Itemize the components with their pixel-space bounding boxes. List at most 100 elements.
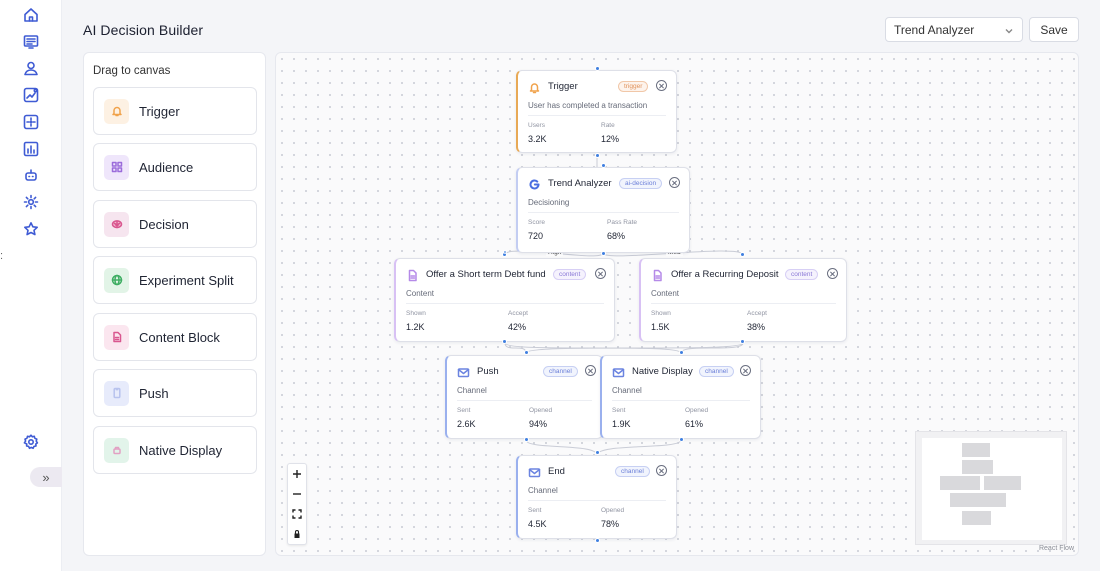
node-offer-recurring-deposit[interactable]: Offer a Recurring Deposit content Conten…	[639, 258, 847, 342]
metric-label: Accept	[508, 310, 528, 317]
bell-icon	[528, 81, 541, 94]
connection-handle[interactable]	[524, 350, 529, 355]
connection-handle[interactable]	[502, 339, 507, 344]
connection-handle[interactable]	[601, 251, 606, 256]
page-title: AI Decision Builder	[83, 22, 204, 38]
analytics-icon[interactable]	[22, 86, 40, 104]
star-icon[interactable]	[22, 220, 40, 238]
connection-handle[interactable]	[595, 538, 600, 543]
minimap-node	[950, 493, 978, 507]
node-title: Trend Analyzer	[548, 178, 612, 189]
close-icon[interactable]	[656, 465, 667, 476]
metric-label: Pass Rate	[607, 219, 637, 226]
google-icon	[528, 178, 541, 191]
minimap-node	[984, 476, 1021, 490]
file-icon	[651, 269, 664, 282]
node-subtitle: Content	[651, 289, 680, 298]
bar-chart-icon[interactable]	[22, 140, 40, 158]
grid-icon	[104, 154, 129, 180]
node-subtitle: User has completed a transaction	[528, 101, 648, 110]
connection-handle[interactable]	[524, 437, 529, 442]
close-icon[interactable]	[827, 268, 838, 279]
flow-canvas[interactable]: High Med Trigger trigger User has comple…	[275, 52, 1079, 556]
palette-item-label: Native Display	[139, 442, 223, 458]
metric-value: 42%	[508, 322, 527, 332]
gear-cog-icon[interactable]	[22, 193, 40, 211]
node-title: Push	[477, 366, 499, 377]
model-select[interactable]: Trend Analyzer	[885, 17, 1023, 42]
settings-icon[interactable]	[22, 433, 40, 451]
node-palette: Drag to canvas Trigger Audience Decision…	[83, 52, 266, 556]
save-button[interactable]: Save	[1029, 17, 1079, 42]
node-subtitle: Decisioning	[528, 198, 570, 207]
node-title: Offer a Recurring Deposit	[671, 269, 779, 280]
expand-sidebar-button[interactable]: »	[30, 467, 62, 487]
minimap[interactable]	[915, 431, 1067, 545]
connection-handle[interactable]	[595, 450, 600, 455]
palette-item-native-display[interactable]: Native Display	[93, 426, 257, 474]
zoom-in-button[interactable]	[288, 464, 306, 484]
metric-label: Shown	[651, 310, 671, 317]
close-icon[interactable]	[669, 177, 680, 188]
list-icon[interactable]	[22, 33, 40, 51]
palette-item-experiment-split[interactable]: Experiment Split	[93, 256, 257, 304]
metric-label: Score	[528, 219, 545, 226]
close-icon[interactable]	[656, 80, 667, 91]
close-icon[interactable]	[595, 268, 606, 279]
node-subtitle: Channel	[528, 486, 558, 495]
node-subtitle: Channel	[457, 386, 487, 395]
target-icon[interactable]	[22, 113, 40, 131]
node-tag: channel	[615, 466, 650, 477]
left-nav-rail: : »	[0, 0, 62, 571]
display-icon	[104, 437, 129, 463]
node-push[interactable]: Push channel Channel Sent 2.6K Opened 94…	[445, 355, 603, 439]
mail-icon	[457, 366, 470, 379]
connection-handle[interactable]	[679, 437, 684, 442]
react-flow-attribution[interactable]: React Flow	[1039, 545, 1074, 552]
palette-item-trigger[interactable]: Trigger	[93, 87, 257, 135]
connection-handle[interactable]	[601, 163, 606, 168]
mail-icon	[612, 366, 625, 379]
palette-item-label: Push	[139, 385, 169, 401]
metric-value: 1.2K	[406, 322, 425, 332]
connection-handle[interactable]	[740, 339, 745, 344]
user-icon[interactable]	[22, 59, 40, 77]
node-divider	[528, 115, 666, 116]
node-divider	[528, 500, 666, 501]
node-native-display[interactable]: Native Display channel Channel Sent 1.9K…	[600, 355, 761, 439]
metric-label: Sent	[528, 507, 542, 514]
palette-item-label: Content Block	[139, 329, 220, 345]
metric-value: 720	[528, 231, 544, 241]
minimap-node	[962, 443, 990, 457]
palette-item-label: Decision	[139, 216, 189, 232]
palette-item-push[interactable]: Push	[93, 369, 257, 417]
node-trend-analyzer[interactable]: Trend Analyzer ai-decision Decisioning S…	[516, 167, 690, 253]
palette-item-audience[interactable]: Audience	[93, 143, 257, 191]
node-tag: ai-decision	[619, 178, 663, 189]
minimap-node	[978, 493, 1006, 507]
metric-value: 3.2K	[528, 134, 547, 144]
connection-handle[interactable]	[740, 252, 745, 257]
connection-handle[interactable]	[503, 250, 507, 254]
close-icon[interactable]	[740, 365, 751, 376]
model-select-value: Trend Analyzer	[894, 22, 975, 37]
palette-item-decision[interactable]: Decision	[93, 200, 257, 248]
node-title: End	[548, 466, 565, 477]
connection-handle[interactable]	[595, 153, 600, 158]
close-icon[interactable]	[585, 365, 596, 376]
lock-icon[interactable]	[288, 524, 306, 544]
app-root: : » AI Decision Builder Trend Analyzer S…	[0, 0, 1100, 571]
zoom-out-button[interactable]	[288, 484, 306, 504]
node-trigger[interactable]: Trigger trigger User has completed a tra…	[516, 70, 677, 153]
bot-icon[interactable]	[22, 166, 40, 184]
node-end[interactable]: End channel Channel Sent 4.5K Opened 78%	[516, 455, 677, 539]
fit-view-icon[interactable]	[288, 504, 306, 524]
node-subtitle: Content	[406, 289, 435, 298]
palette-item-content-block[interactable]: Content Block	[93, 313, 257, 361]
connection-handle[interactable]	[679, 350, 684, 355]
flow-controls	[287, 463, 307, 545]
connection-handle[interactable]	[595, 66, 600, 71]
rail-stray-mark: :	[0, 250, 4, 262]
node-offer-short-term-debt[interactable]: Offer a Short term Debt fund content Con…	[394, 258, 615, 342]
home-icon[interactable]	[22, 6, 40, 24]
